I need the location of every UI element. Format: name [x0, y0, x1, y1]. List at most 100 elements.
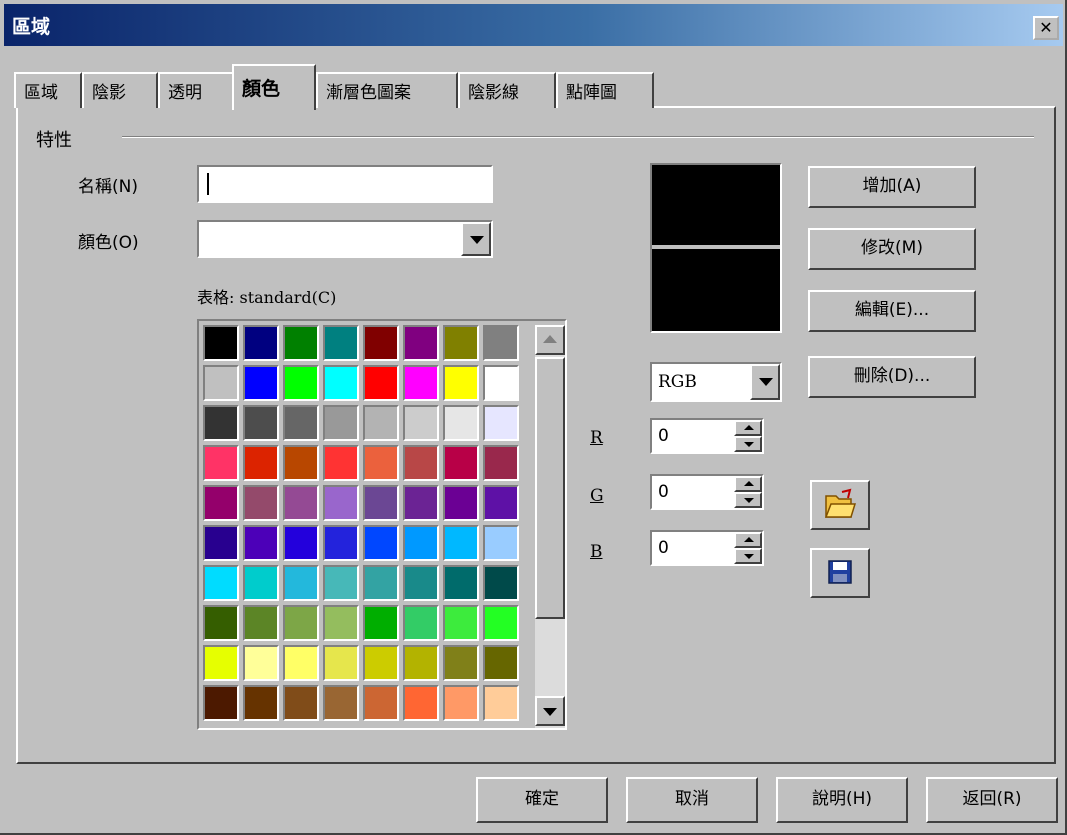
color-swatch[interactable] [243, 605, 279, 641]
color-swatch[interactable] [323, 565, 359, 601]
palette-scrollbar[interactable] [535, 325, 565, 728]
b-decrement-button[interactable] [734, 548, 762, 564]
color-swatch[interactable] [483, 565, 519, 601]
modify-button[interactable]: 修改(M) [808, 228, 976, 270]
color-swatch[interactable] [363, 525, 399, 561]
b-spinbox[interactable]: 0 [650, 530, 764, 566]
color-swatch[interactable] [283, 365, 319, 401]
color-swatch[interactable] [243, 525, 279, 561]
color-swatch[interactable] [483, 525, 519, 561]
color-swatch[interactable] [283, 605, 319, 641]
color-swatch[interactable] [363, 325, 399, 361]
color-swatch[interactable] [443, 325, 479, 361]
color-swatch[interactable] [403, 605, 439, 641]
color-swatch[interactable] [203, 325, 239, 361]
back-button[interactable]: 返回(R) [926, 777, 1058, 823]
cancel-button[interactable]: 取消 [626, 777, 758, 823]
g-decrement-button[interactable] [734, 492, 762, 508]
color-swatch[interactable] [283, 325, 319, 361]
color-swatch[interactable] [203, 445, 239, 481]
color-swatch[interactable] [483, 405, 519, 441]
help-button[interactable]: 說明(H) [776, 777, 908, 823]
color-swatch[interactable] [443, 685, 479, 721]
color-swatch[interactable] [323, 485, 359, 521]
color-swatch[interactable] [323, 685, 359, 721]
color-swatch[interactable] [323, 645, 359, 681]
color-swatch[interactable] [403, 325, 439, 361]
color-swatch[interactable] [243, 365, 279, 401]
tab-hatching[interactable]: 陰影線 [458, 72, 556, 108]
tab-area[interactable]: 區域 [14, 72, 82, 108]
tab-bitmap[interactable]: 點陣圖 [556, 72, 654, 108]
color-swatch[interactable] [323, 405, 359, 441]
edit-button[interactable]: 編輯(E)... [808, 290, 976, 332]
color-swatch[interactable] [243, 405, 279, 441]
color-dropdown[interactable] [197, 220, 493, 258]
scroll-down-button[interactable] [535, 696, 565, 726]
color-swatch[interactable] [283, 565, 319, 601]
color-swatch[interactable] [323, 365, 359, 401]
scroll-up-button[interactable] [535, 325, 565, 355]
title-bar[interactable]: 區域 ✕ [4, 4, 1063, 46]
color-swatch[interactable] [443, 645, 479, 681]
ok-button[interactable]: 確定 [476, 777, 608, 823]
color-swatch[interactable] [363, 485, 399, 521]
color-swatch[interactable] [283, 525, 319, 561]
color-swatch[interactable] [203, 405, 239, 441]
color-swatch[interactable] [203, 485, 239, 521]
color-swatch[interactable] [483, 685, 519, 721]
color-swatch[interactable] [403, 485, 439, 521]
r-spinbox[interactable]: 0 [650, 418, 764, 454]
color-swatch[interactable] [203, 685, 239, 721]
color-swatch[interactable] [243, 565, 279, 601]
color-swatch[interactable] [483, 365, 519, 401]
color-swatch[interactable] [203, 565, 239, 601]
r-increment-button[interactable] [734, 420, 762, 436]
color-swatch[interactable] [283, 645, 319, 681]
color-swatch[interactable] [483, 325, 519, 361]
color-swatch[interactable] [243, 325, 279, 361]
r-decrement-button[interactable] [734, 436, 762, 452]
color-swatch[interactable] [323, 605, 359, 641]
color-swatch[interactable] [283, 405, 319, 441]
color-model-dropdown[interactable]: RGB [650, 362, 782, 402]
g-increment-button[interactable] [734, 476, 762, 492]
color-swatch[interactable] [403, 405, 439, 441]
color-swatch[interactable] [203, 525, 239, 561]
color-swatch[interactable] [443, 405, 479, 441]
name-input[interactable] [197, 165, 493, 203]
color-swatch[interactable] [483, 645, 519, 681]
color-swatch[interactable] [203, 645, 239, 681]
color-swatch[interactable] [443, 605, 479, 641]
tab-gradient[interactable]: 漸層色圖案 [316, 72, 458, 108]
tab-shadow[interactable]: 陰影 [82, 72, 158, 108]
color-swatch[interactable] [363, 365, 399, 401]
tab-color[interactable]: 顏色 [232, 64, 316, 110]
color-swatch[interactable] [403, 565, 439, 601]
color-swatch[interactable] [243, 685, 279, 721]
color-swatch[interactable] [363, 685, 399, 721]
add-button[interactable]: 增加(A) [808, 166, 976, 208]
chevron-down-icon[interactable] [750, 364, 780, 400]
close-button[interactable]: ✕ [1033, 16, 1059, 40]
chevron-down-icon[interactable] [461, 222, 491, 256]
color-swatch[interactable] [243, 645, 279, 681]
color-swatch[interactable] [443, 485, 479, 521]
color-swatch[interactable] [243, 485, 279, 521]
color-swatch[interactable] [483, 445, 519, 481]
color-swatch[interactable] [443, 565, 479, 601]
color-swatch[interactable] [243, 445, 279, 481]
color-swatch[interactable] [363, 405, 399, 441]
color-swatch[interactable] [203, 365, 239, 401]
color-swatch[interactable] [283, 485, 319, 521]
g-spinbox[interactable]: 0 [650, 474, 764, 510]
color-swatch[interactable] [443, 445, 479, 481]
color-swatch[interactable] [323, 445, 359, 481]
tab-transparency[interactable]: 透明 [158, 72, 234, 108]
save-color-list-button[interactable] [810, 548, 870, 598]
color-swatch[interactable] [403, 645, 439, 681]
delete-button[interactable]: 刪除(D)... [808, 356, 976, 398]
color-swatch[interactable] [403, 365, 439, 401]
color-swatch[interactable] [283, 445, 319, 481]
scroll-thumb[interactable] [535, 357, 565, 619]
